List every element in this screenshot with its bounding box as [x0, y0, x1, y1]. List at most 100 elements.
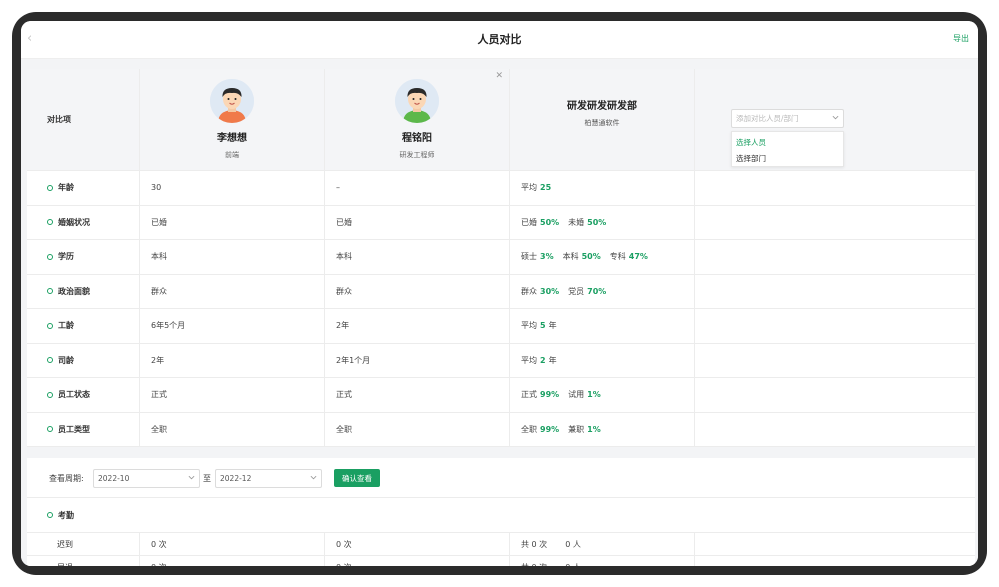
person-1-value: 0 次 [140, 556, 325, 566]
table-header-row: 对比项 李想想 前端 ✕ 程铭阳 研发工程师 研发研发研发部 柏慧通软件 添加对… [27, 69, 975, 171]
empty-cell [695, 205, 975, 240]
row-label: 婚姻状况 [27, 205, 140, 240]
person-2-value: 本科 [325, 240, 510, 275]
dept-stat-value: 30% [540, 286, 560, 296]
dept-stat-key: 兼职 [568, 424, 585, 434]
attendance-title: 考勤 [27, 498, 975, 533]
dept-stat-value: 99% [540, 390, 560, 400]
avatar [210, 79, 254, 123]
table-row: 婚姻状况 已婚 已婚 已婚 50% 未婚 50% [27, 205, 975, 240]
dept-stat-value: 47% [628, 252, 648, 262]
period-start-select[interactable]: 2022-10 [93, 469, 200, 488]
dept-stat-value: 3% [540, 252, 554, 262]
department-name: 研发研发研发部 [567, 101, 637, 112]
dept-stat-unit: 年 [548, 321, 557, 331]
empty-cell [695, 556, 975, 566]
avatar [395, 79, 439, 123]
dept-stat-key: 党员 [568, 286, 585, 296]
add-compare-select[interactable]: 添加对比人员/部门 [731, 109, 844, 128]
person-name: 程铭阳 [402, 133, 432, 144]
dropdown-option-department[interactable]: 选择部门 [732, 151, 843, 167]
person-1-value: 6年5个月 [140, 309, 325, 344]
dept-stat-value: 50% [581, 252, 601, 262]
avatar-boy-icon [210, 79, 254, 123]
dept-total: 共 0 次 [521, 562, 547, 567]
person-2-value: 正式 [325, 378, 510, 413]
dept-people: 0 人 [565, 562, 581, 567]
circle-bullet-icon [47, 357, 53, 364]
dept-total: 共 0 次 [521, 539, 548, 549]
department-value: 平均 5 年 [510, 309, 695, 344]
chevron-down-icon [188, 475, 195, 480]
content-area: 对比项 李想想 前端 ✕ 程铭阳 研发工程师 研发研发研发部 柏慧通软件 添加对… [21, 59, 978, 566]
dept-stat-value: 50% [587, 217, 607, 227]
period-end-select[interactable]: 2022-12 [215, 469, 322, 488]
person-2-value: 全职 [325, 412, 510, 447]
department-company: 柏慧通软件 [584, 119, 620, 127]
person-1-value: 本科 [140, 240, 325, 275]
table-row: 早退0 次0 次共 0 次0 人 [27, 556, 975, 566]
table-row: 学历 本科 本科 硕士 3% 本科 50% 专科 47% [27, 240, 975, 275]
circle-bullet-icon [47, 512, 53, 518]
person-2-value: – [325, 171, 510, 206]
period-to-label: 至 [203, 474, 211, 483]
avatar-boy-icon [395, 79, 439, 123]
empty-cell [695, 240, 975, 275]
department-value: 平均 25 [510, 171, 695, 206]
dept-stat-value: 70% [587, 286, 607, 296]
device-frame: ‹ 人员对比 导出 对比项 李想想 前端 ✕ 程铭阳 研发工程师 研发研发研发部… [12, 12, 987, 575]
attendance-label: 早退 [27, 556, 140, 566]
person-role: 研发工程师 [399, 151, 435, 159]
chevron-down-icon [310, 475, 317, 480]
circle-bullet-icon [47, 426, 53, 433]
person-2-value: 已婚 [325, 205, 510, 240]
person-2-value: 2年 [325, 309, 510, 344]
close-icon[interactable]: ✕ [495, 71, 503, 81]
person-2-value: 2年1个月 [325, 343, 510, 378]
export-button[interactable]: 导出 [953, 33, 969, 44]
attendance-table: 考勤 迟到0 次0 次共 0 次0 人早退0 次0 次共 0 次0 人 [27, 498, 975, 566]
person-1-value: 0 次 [140, 533, 325, 556]
table-row: 司龄 2年 2年1个月 平均 2 年 [27, 343, 975, 378]
confirm-view-button[interactable]: 确认查看 [334, 469, 380, 487]
dept-stat-key: 平均 [521, 355, 537, 365]
person-1-value: 已婚 [140, 205, 325, 240]
row-label: 司龄 [27, 343, 140, 378]
table-row: 工龄 6年5个月 2年 平均 5 年 [27, 309, 975, 344]
row-label: 员工类型 [27, 412, 140, 447]
attendance-rows: 迟到0 次0 次共 0 次0 人早退0 次0 次共 0 次0 人 [27, 533, 975, 566]
dept-stat-key: 专科 [609, 252, 626, 262]
circle-bullet-icon [47, 253, 53, 260]
empty-cell [695, 533, 975, 556]
dept-stat-key: 平均 [521, 321, 537, 331]
dept-stat-value: 99% [540, 424, 560, 434]
dept-stat-value: 50% [540, 217, 560, 227]
corner-label: 对比项 [27, 69, 140, 171]
department-value: 群众 30% 党员 70% [510, 274, 695, 309]
dept-stat-value: 1% [587, 390, 601, 400]
department-value: 全职 99% 兼职 1% [510, 412, 695, 447]
row-label-text: 员工类型 [58, 424, 90, 434]
person-1-value: 正式 [140, 378, 325, 413]
period-end-value: 2022-12 [220, 474, 252, 483]
dept-stat-unit: 年 [548, 355, 557, 365]
dropdown-option-person[interactable]: 选择人员 [732, 135, 843, 151]
dept-people: 0 人 [565, 539, 581, 549]
person-column-1: 李想想 前端 [140, 69, 325, 171]
dept-stat-value: 5 [540, 321, 546, 331]
row-label-text: 员工状态 [58, 390, 90, 400]
page-title: 人员对比 [477, 33, 522, 46]
dept-stat-key: 本科 [562, 252, 579, 262]
comparison-rows: 年龄 30– 平均 25 婚姻状况 已婚 已婚 已婚 50% 未婚 50% 学历 本科 本科 硕士 3% 本科 5… [27, 171, 975, 447]
person-2-value: 群众 [325, 274, 510, 309]
dept-stat-value: 2 [540, 355, 546, 365]
department-value: 共 0 次 0 人 [510, 556, 695, 566]
department-value: 已婚 50% 未婚 50% [510, 205, 695, 240]
empty-cell [695, 309, 975, 344]
dept-stat-key: 平均 [521, 183, 537, 193]
add-compare-column: 添加对比人员/部门 选择人员 选择部门 [695, 69, 975, 171]
person-1-value: 2年 [140, 343, 325, 378]
row-label: 工龄 [27, 309, 140, 344]
table-row: 政治面貌 群众 群众 群众 30% 党员 70% [27, 274, 975, 309]
empty-cell [695, 412, 975, 447]
